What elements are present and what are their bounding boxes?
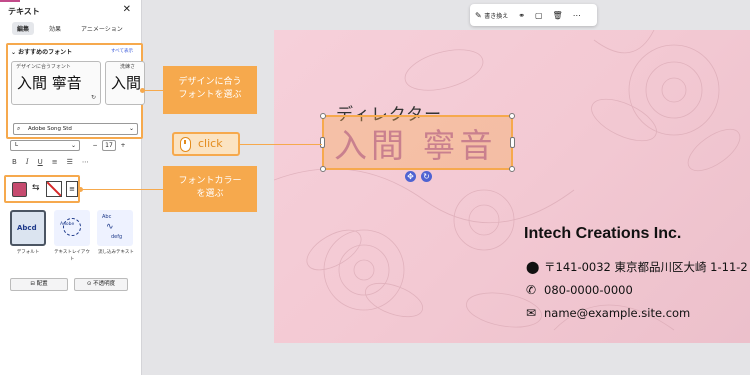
- callout-color: フォントカラー を選ぶ: [163, 166, 257, 212]
- template-caption: デフォルト: [16, 250, 40, 255]
- trash-icon[interactable]: 🗑: [548, 11, 568, 20]
- callout-line: [240, 144, 322, 145]
- callout-font: デザインに合う フォントを選ぶ: [163, 66, 257, 114]
- selected-name-textbox[interactable]: 入間 寧音: [320, 113, 515, 172]
- arrange-label: 配置: [36, 281, 48, 287]
- template-caption: テキストレイアウト: [54, 250, 90, 262]
- font-card-preview: 入間 寧音: [17, 74, 82, 92]
- search-icon: ⌕: [17, 125, 21, 132]
- rotate-icon[interactable]: ↻: [421, 171, 432, 182]
- comment-icon[interactable]: ▢: [530, 11, 548, 20]
- tab-edit[interactable]: 編集: [12, 22, 35, 35]
- floating-toolbar: ✎ 書き換え ⚭ ▢ 🗑 ⋯: [470, 4, 597, 26]
- resize-handle[interactable]: [320, 137, 325, 148]
- resize-handle[interactable]: [509, 166, 515, 172]
- click-callout: click: [172, 132, 240, 156]
- recommended-fonts-section: ⌄ おすすめのフォント すべて表示 入間 寧音 ↻ 入間 ⌕ Adobe Son…: [6, 43, 145, 139]
- opacity-label: 不透明度: [93, 281, 116, 287]
- link-icon[interactable]: ⚭: [513, 11, 530, 20]
- opacity-button[interactable]: ⊙ 不透明度: [74, 278, 128, 291]
- text-style-layout[interactable]: Adobe: [54, 210, 90, 246]
- close-icon[interactable]: ✕: [123, 4, 131, 15]
- resize-handle[interactable]: [320, 113, 326, 119]
- size-increase-button[interactable]: +: [116, 142, 130, 149]
- list-button[interactable]: ☰: [67, 158, 73, 166]
- italic-button[interactable]: I: [26, 158, 29, 166]
- text-style-row: B I U ≡ ☰ ⋯: [12, 158, 89, 166]
- recommended-fonts-heading[interactable]: ⌄ おすすめのフォント: [11, 47, 72, 56]
- font-card-preview: 入間: [111, 74, 142, 92]
- template-label-bottom: defg: [111, 234, 123, 240]
- resize-handle[interactable]: [509, 113, 515, 119]
- tab-animation[interactable]: アニメーション: [76, 22, 128, 35]
- template-label: Abcd: [17, 224, 37, 232]
- panel-tabs: 編集 効果 アニメーション: [12, 22, 128, 35]
- template-caption: 流し込みテキスト: [98, 250, 134, 255]
- align-button[interactable]: ≡: [52, 158, 58, 166]
- callout-line: [80, 189, 164, 190]
- font-card-caption: 洗練さ: [120, 64, 136, 70]
- no-fill-icon[interactable]: [46, 181, 62, 197]
- replace-button[interactable]: ✎ 書き換え: [470, 11, 513, 20]
- template-label: Adobe: [60, 222, 75, 227]
- font-size-input[interactable]: 17: [102, 140, 116, 151]
- callout-font-text: デザインに合う フォントを選ぶ: [178, 77, 242, 100]
- size-row: L ⌄ − 17 +: [10, 140, 132, 152]
- replace-label: 書き換え: [484, 12, 509, 20]
- font-color-section: ⇆ ≡: [4, 175, 80, 203]
- flow-path-icon: ∿: [106, 222, 114, 232]
- card-phone[interactable]: ✆ 080-0000-0000: [526, 283, 633, 297]
- text-style-default[interactable]: Abcd: [10, 210, 46, 246]
- arrange-button[interactable]: ⊟ 配置: [10, 278, 68, 291]
- template-label: Abc: [102, 214, 112, 220]
- refresh-icon[interactable]: ↻: [91, 94, 96, 101]
- resize-handle[interactable]: [510, 137, 515, 148]
- font-size-stepper: − 17 +: [88, 140, 140, 151]
- resize-handle[interactable]: [320, 166, 326, 172]
- move-icon[interactable]: ✥: [405, 171, 416, 182]
- recommended-fonts-label: おすすめのフォント: [18, 49, 73, 56]
- location-pin-icon: ⬤: [526, 260, 540, 274]
- floral-background: [274, 30, 741, 331]
- mouse-icon: [180, 137, 191, 152]
- font-family-value: Adobe Song Std: [28, 126, 72, 132]
- phone-icon: ✆: [526, 283, 537, 297]
- text-style-flow[interactable]: Abc ∿ defg: [97, 210, 133, 246]
- font-family-select[interactable]: ⌕ Adobe Song Std ⌄: [13, 123, 138, 135]
- panel-title: テキスト: [8, 7, 40, 16]
- stroke-icon[interactable]: ≡: [66, 181, 78, 197]
- tab-effects[interactable]: 効果: [44, 22, 66, 35]
- card-address[interactable]: ⬤ 〒141-0032 東京都品川区大崎 1-11-2: [526, 259, 748, 275]
- card-address-text: 〒141-0032 東京都品川区大崎 1-11-2: [544, 260, 748, 274]
- underline-button[interactable]: U: [38, 158, 43, 166]
- more-button[interactable]: ⋯: [82, 158, 89, 166]
- size-decrease-button[interactable]: −: [88, 142, 102, 149]
- callout-line: [142, 90, 164, 91]
- card-name[interactable]: 入間 寧音: [334, 119, 497, 167]
- panel-accent-bar: [0, 0, 20, 2]
- size-preset-value: L: [15, 142, 19, 148]
- callout-color-text: フォントカラー を選ぶ: [178, 176, 242, 199]
- mail-icon: ✉: [526, 306, 537, 320]
- card-email[interactable]: ✉ name@example.site.com: [526, 306, 690, 320]
- size-preset-select[interactable]: L ⌄: [10, 140, 80, 151]
- card-phone-text: 080-0000-0000: [544, 283, 633, 297]
- text-panel: テキスト ✕ 編集 効果 アニメーション ⌄ おすすめのフォント すべて表示 入…: [0, 0, 145, 375]
- see-all-link[interactable]: すべて表示: [111, 48, 133, 54]
- font-card-caption: デザインに合うフォント: [16, 64, 71, 70]
- business-card-canvas[interactable]: ディレクター Intech Creations Inc. ⬤ 〒141-0032 …: [274, 30, 750, 343]
- card-email-text: name@example.site.com: [544, 306, 691, 320]
- more-icon[interactable]: ⋯: [568, 11, 586, 20]
- click-label: click: [198, 137, 223, 150]
- font-color-swatch[interactable]: [12, 182, 27, 197]
- chevron-down-icon: ⌄: [128, 125, 134, 132]
- card-company[interactable]: Intech Creations Inc.: [524, 225, 681, 243]
- circle-text-icon: [63, 218, 81, 236]
- chevron-down-icon: ⌄: [70, 142, 76, 149]
- bold-button[interactable]: B: [12, 158, 17, 166]
- swap-icon[interactable]: ⇆: [32, 183, 40, 193]
